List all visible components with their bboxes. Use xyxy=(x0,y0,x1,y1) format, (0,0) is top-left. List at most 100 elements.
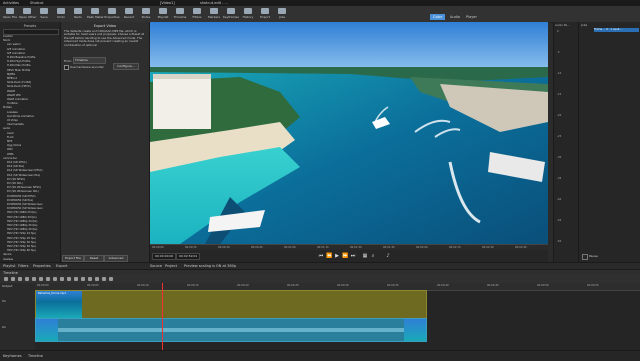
preset-item[interactable]: Stock xyxy=(3,39,10,42)
preset-item[interactable]: HDV (HD 1080p 30 fps) xyxy=(7,228,37,231)
export-file-button-bottom[interactable]: Export File xyxy=(62,255,84,262)
advanced-button[interactable]: Advanced xyxy=(104,255,128,262)
preset-item[interactable]: H.264 Baseline Profile xyxy=(7,56,35,59)
lift-icon[interactable] xyxy=(46,277,50,281)
video-preview[interactable] xyxy=(150,22,548,244)
timeline-button[interactable]: Timeline xyxy=(172,7,188,21)
preset-item[interactable]: Custom xyxy=(3,35,13,38)
zoom-icon[interactable]: ⌕ xyxy=(370,253,376,259)
pause-checkbox[interactable] xyxy=(582,254,588,260)
preset-item[interactable]: audio xyxy=(3,127,10,130)
preset-item[interactable]: DV (SD Widescreen NTSC) xyxy=(7,186,41,189)
skip-previous-icon[interactable]: ⏮ xyxy=(318,253,324,259)
preset-item[interactable]: WMA xyxy=(7,153,14,156)
preset-item[interactable]: DVCPRO50 (SD Widescreen xyxy=(7,207,43,210)
app-menu[interactable]: Shotcut xyxy=(30,1,43,5)
preset-item[interactable]: DV (SD Widescreen PAL) xyxy=(7,190,39,193)
tab-source[interactable]: Source xyxy=(150,264,162,268)
preset-item[interactable]: Lossless xyxy=(7,111,18,114)
tab-playlist[interactable]: Playlist xyxy=(3,264,15,268)
job-item[interactable]: Frame ... 0 : 1 input ... xyxy=(594,28,639,32)
grid-icon[interactable]: ▦ xyxy=(362,253,368,259)
preset-item[interactable]: DV (SD PAL) xyxy=(7,182,23,185)
preset-item[interactable]: MP3 xyxy=(7,140,12,143)
preset-item[interactable]: HDV (HD 720p 24 fps) xyxy=(7,232,36,235)
tab-filters[interactable]: Filters xyxy=(18,264,29,268)
timeline-playhead[interactable] xyxy=(162,283,163,350)
hw-encoder-checkbox[interactable] xyxy=(64,65,69,70)
preset-item[interactable]: ALAC xyxy=(7,132,14,135)
preset-item[interactable]: DVCPRO50 (SD Widescreen xyxy=(7,203,43,206)
recent-button[interactable]: Recent xyxy=(121,7,137,21)
configure-button[interactable]: Configure... xyxy=(113,63,139,70)
preset-item[interactable]: Ogg Vorbis xyxy=(7,144,21,147)
volume-icon[interactable]: ♪ xyxy=(385,253,391,259)
video-clip[interactable]: Bahamas_Drone.mp4 xyxy=(35,290,427,319)
preset-item[interactable]: HEVC Main Profile xyxy=(7,69,30,72)
zoom-in-icon[interactable] xyxy=(102,277,106,281)
copy-icon[interactable] xyxy=(18,277,22,281)
timecode-field[interactable]: 00:00:00:00 xyxy=(152,253,177,260)
preset-item[interactable]: HDV (HD 720p 30 fps) xyxy=(7,241,36,244)
preset-item[interactable]: Quicktime Animation xyxy=(7,115,34,118)
preset-item[interactable]: D10 (SD NTSC) xyxy=(7,161,27,164)
preset-item[interactable]: MJPEG xyxy=(7,73,15,76)
ripple-icon[interactable] xyxy=(81,277,85,281)
preset-item[interactable]: Ut Video xyxy=(7,119,18,122)
preset-item[interactable]: Slide Deck (HEVC) xyxy=(7,85,31,88)
track-v1-label[interactable]: V1 xyxy=(2,299,6,303)
play-icon[interactable]: ▶ xyxy=(334,253,340,259)
notes-button[interactable]: Notes xyxy=(138,7,154,21)
append-icon[interactable] xyxy=(32,277,36,281)
preset-item[interactable]: GIF Animation xyxy=(7,48,25,51)
preset-item[interactable]: HDV (HD 1080p 24 fps) xyxy=(7,220,37,223)
layout-color-button[interactable]: Color xyxy=(430,14,446,20)
preset-item[interactable]: WebM xyxy=(7,90,15,93)
preset-item[interactable]: H.264 High Profile xyxy=(7,60,30,63)
preset-item[interactable]: WAV xyxy=(7,148,13,151)
preset-item[interactable]: DVCPRO50 (SD NTSC) xyxy=(7,195,36,198)
preset-item[interactable]: FLAC xyxy=(7,136,14,139)
history-button[interactable]: History xyxy=(240,7,256,21)
preset-item[interactable]: device xyxy=(3,253,12,256)
preset-item[interactable]: Slide Deck (H.264) xyxy=(7,81,31,84)
filters-button[interactable]: Filters xyxy=(189,7,205,21)
track-a1-label[interactable]: A1 xyxy=(2,325,6,329)
preset-item[interactable]: camcorder xyxy=(3,157,17,160)
reset-button[interactable]: Reset xyxy=(84,255,104,262)
jobs-button[interactable]: Jobs xyxy=(274,7,290,21)
preset-item[interactable]: av1 webm xyxy=(7,43,21,46)
preset-item[interactable]: YouTube xyxy=(7,102,18,105)
preset-item[interactable]: HDV (HD 1080i 30 fps) xyxy=(7,216,36,219)
preset-item[interactable]: HDV (HD 720p 60 fps) xyxy=(7,249,36,252)
preset-item[interactable]: HDV (HD 1080i 25 fps) xyxy=(7,211,36,214)
preset-item[interactable]: HDV (HD 720p 25 fps) xyxy=(7,237,36,240)
preset-item[interactable]: ProRes xyxy=(3,106,12,109)
markers-button[interactable]: Markers xyxy=(206,7,222,21)
preset-item[interactable]: MPEG-2 xyxy=(7,77,17,80)
preset-item[interactable]: GIF Animation xyxy=(7,52,25,55)
ripple-all-icon[interactable] xyxy=(88,277,92,281)
tab-keyframes[interactable]: Keyframes xyxy=(3,354,22,358)
redo-button[interactable]: Redo xyxy=(70,7,86,21)
folder-open-button[interactable]: Open File xyxy=(2,7,18,21)
activities-button[interactable]: Activities xyxy=(3,1,19,5)
preset-item[interactable]: HDV (HD 1080p 25 fps) xyxy=(7,224,37,227)
preset-item[interactable]: lossless xyxy=(3,258,13,261)
preset-item[interactable]: WebP Animation xyxy=(7,98,28,101)
preset-item[interactable]: D10 (SD Widescreen NTSC) xyxy=(7,169,43,172)
ripple-delete-icon[interactable] xyxy=(39,277,43,281)
preset-item[interactable]: D10 (SD Widescreen PAL) xyxy=(7,174,40,177)
zoom-out-icon[interactable] xyxy=(95,277,99,281)
tab-project[interactable]: Project xyxy=(165,264,177,268)
meter-button[interactable]: Peak Meter xyxy=(87,7,104,21)
preset-item[interactable]: D10 (SD PAL) xyxy=(7,165,24,168)
layout-audio-button[interactable]: Audio xyxy=(447,14,463,20)
menu-icon[interactable] xyxy=(4,277,8,281)
cut-icon[interactable] xyxy=(11,277,15,281)
preset-item[interactable]: WebM VP9 xyxy=(7,94,21,97)
rewind-icon[interactable]: ⏪ xyxy=(326,253,332,259)
zoom-fit-icon[interactable] xyxy=(109,277,113,281)
undo-button[interactable]: Undo xyxy=(53,7,69,21)
export-button[interactable]: Export xyxy=(257,7,273,21)
